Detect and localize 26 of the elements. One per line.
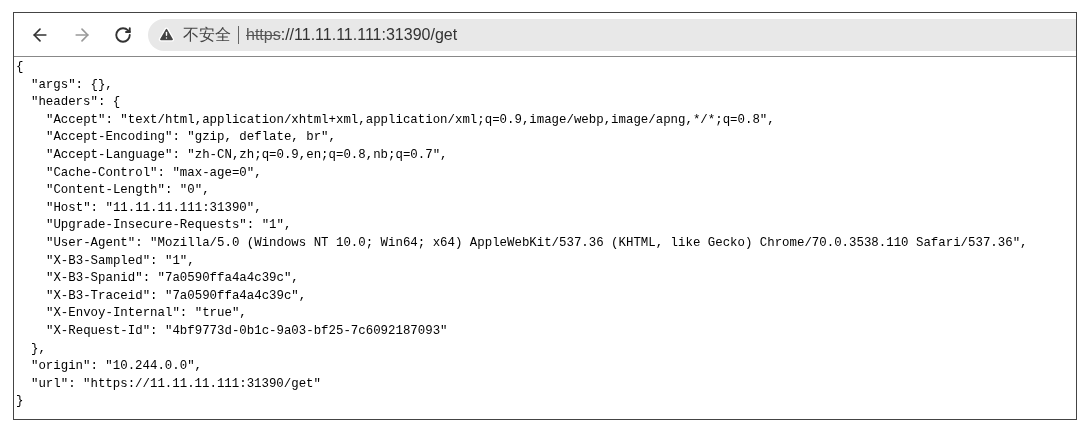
code-line: "origin": "10.244.0.0", — [30, 358, 203, 376]
code-line: "X-Request-Id": "4bf9773d-0b1c-9a03-bf25-7c6092187093" — [45, 322, 448, 340]
code-line: "Host": "11.11.11.111:31390", — [45, 199, 262, 217]
code-line: "headers": { — [30, 94, 121, 112]
url-text: ://11.11.11.111:31390/get — [280, 24, 458, 45]
code-line: "args": {}, — [30, 76, 113, 94]
code-line: "X-Envoy-Internal": "true", — [45, 305, 247, 323]
code-line: "Content-Length": "0", — [45, 182, 210, 200]
code-line: "Accept-Language": "zh-CN,zh;q=0.9,en;q=0.8,nb;q=0.7", — [45, 146, 448, 164]
code-line: "X-B3-Sampled": "1", — [45, 252, 195, 270]
code-line: "X-B3-Traceid": "7a0590ffa4a4c39c", — [45, 287, 307, 305]
code-line: "Cache-Control": "max-age=0", — [45, 164, 262, 182]
code-line: "Accept-Encoding": "gzip, deflate, br", — [45, 129, 336, 147]
code-line: "Accept": "text/html,application/xhtml+xml,application/xml;q=0.9,image/webp,image/apng,*/*;q=0.8", — [45, 111, 775, 129]
code-line: "url": "https://11.11.11.111:31390/get" — [30, 375, 321, 393]
security-label: 不安全 — [183, 24, 231, 45]
code-line: "User-Agent": "Mozilla/5.0 (Windows NT 10.0; Win64; x64) AppleWebKit/537.36 (KHTML, like Gecko) Chrome/70.0.3538.110 Safari/537.36", — [45, 234, 1028, 252]
warning-icon — [158, 26, 175, 43]
address-bar[interactable]: 不安全 https://11.11.11.111:31390/get — [148, 18, 1076, 51]
code-line: { — [16, 59, 24, 76]
reload-icon[interactable] — [114, 25, 132, 44]
code-line: "X-B3-Spanid": "7a0590ffa4a4c39c", — [45, 270, 299, 288]
code-line: } — [16, 393, 24, 411]
url-scheme: https — [246, 24, 281, 45]
code-line: "Upgrade-Insecure-Requests": "1", — [45, 217, 292, 235]
code-line: }, — [30, 340, 46, 358]
